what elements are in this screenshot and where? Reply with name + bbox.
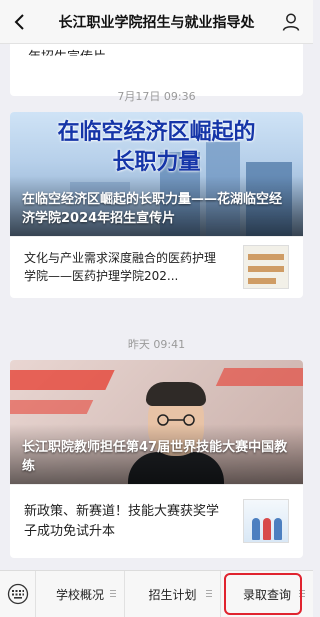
menu-lines-icon [299,589,305,598]
list-item[interactable]: 文化与产业需求深度融合的医药护理学院——医药护理学院202... [10,236,303,296]
article-title: 文化与产业需求深度融合的医药护理学院——医药护理学院202... [24,250,217,283]
page-title: 长江职业学院招生与就业指导处 [58,14,255,31]
featured-article[interactable]: 在临空经济区崛起的 长职力量 在临空经济区崛起的长职力量——花湖临空经济学院20… [10,112,303,236]
menu-item-enrollment-plan[interactable]: 招生计划 [125,570,221,617]
article-thumbnail [243,245,289,289]
menu-lines-icon [206,589,212,598]
bottom-menu-bar: 学校概况 招生计划 录取查询 [0,570,313,617]
menu-lines-icon [110,589,116,598]
featured-article-title: 在临空经济区崛起的长职力量——花湖临空经济学院2024年招生宣传片 [22,192,283,226]
menu-item-label: 录取查询 [242,587,291,602]
keyboard-icon[interactable] [0,570,36,617]
list-item[interactable]: 新政策、新赛道！技能大赛获奖学子成功免试升本 [10,484,303,558]
image-headline: 在临空经济区崛起的 长职力量 [57,120,256,175]
wechat-official-account-page: 长江职业学院招生与就业指导处 年招生宣传片 7月17日 09:36 在临空经济区… [0,0,313,617]
top-nav-bar: 长江职业学院招生与就业指导处 [0,0,313,44]
article-thumbnail [243,499,289,543]
menu-item-label: 招生计划 [148,587,197,602]
message-timestamp: 7月17日 09:36 [117,90,196,103]
article-group-card: 长江职院教师担任第47届世界技能大赛中国教练 新政策、新赛道！技能大赛获奖学子成… [10,360,303,558]
menu-item-admission-query[interactable]: 录取查询 [221,571,313,617]
user-icon[interactable] [277,8,305,36]
menu-item-label: 学校概况 [55,587,104,602]
menu-item-school-overview[interactable]: 学校概况 [36,570,125,617]
previous-article-title: 年招生宣传片 [28,50,107,65]
article-title: 新政策、新赛道！技能大赛获奖学子成功免试升本 [24,503,220,539]
article-feed[interactable]: 年招生宣传片 7月17日 09:36 在临空经济区崛起的 长职力量 在临空经济区… [0,44,313,570]
featured-article-title: 长江职院教师担任第47届世界技能大赛中国教练 [22,440,288,474]
back-icon[interactable] [6,8,34,36]
message-timestamp: 昨天 09:41 [127,338,186,351]
article-group-card: 在临空经济区崛起的 长职力量 在临空经济区崛起的长职力量——花湖临空经济学院20… [10,112,303,298]
featured-article[interactable]: 长江职院教师担任第47届世界技能大赛中国教练 [10,360,303,484]
